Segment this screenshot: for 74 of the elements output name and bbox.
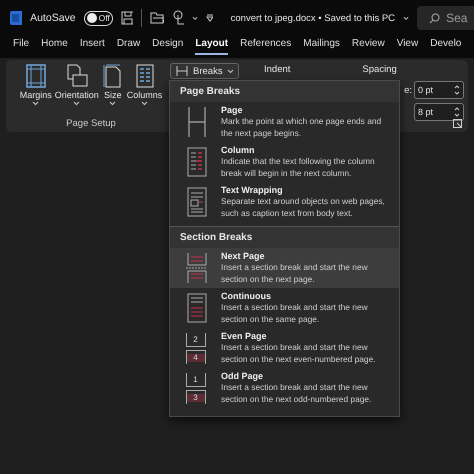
menu-section-header: Section Breaks: [170, 227, 399, 248]
page-number-icon: 3: [186, 390, 206, 404]
dialog-launcher-icon[interactable]: [453, 119, 462, 128]
search-field[interactable]: Sea: [417, 6, 474, 30]
margins-icon: [24, 63, 47, 89]
menu-item-title: Continuous: [221, 291, 272, 301]
menu-item-title: Page: [221, 105, 244, 115]
menu-item[interactable]: Continuous Insert a section break and start the new section on the same page.: [170, 288, 399, 328]
menu-item[interactable]: Column Indicate that the text following the column break will begin in the next column.: [170, 142, 399, 182]
menu-item-description: Insert a section break and start the new section on the next even-numbered page.: [221, 341, 377, 365]
field-label: e:: [404, 84, 412, 96]
caret-icon: [192, 16, 198, 20]
menu-item-title: Odd Page: [221, 371, 264, 381]
ribbon-tab[interactable]: File: [13, 36, 30, 55]
menu-item[interactable]: Next Page Insert a section break and start the new section on the next page.: [170, 248, 399, 288]
menu-item[interactable]: Page Mark the point at which one page ends and the next page begins.: [170, 102, 399, 142]
spacing-label: Spacing: [362, 64, 397, 75]
autosave-toggle[interactable]: Off: [84, 10, 113, 26]
spinner-arrows-icon[interactable]: [454, 84, 460, 96]
ribbon-tab[interactable]: Layout: [195, 36, 228, 55]
menu-item-description: Insert a section break and start the new section on the next odd-numbered page.: [221, 381, 372, 405]
menu-item-title: Next Page: [221, 251, 266, 261]
indent-label: Indent: [264, 64, 290, 75]
ribbon-tab[interactable]: Draw: [116, 36, 140, 55]
columns-icon: [134, 63, 156, 89]
word-app-icon[interactable]: [10, 11, 22, 25]
menu-item-description: Insert a section break and start the new section on the next page.: [221, 261, 369, 285]
menu-item-description: Insert a section break and start the new section on the same page.: [221, 301, 369, 325]
menu-item[interactable]: Text Wrapping Separate text around objects on web pages, such as caption text from body text.: [170, 182, 399, 222]
page-number-icon: 1: [186, 373, 206, 387]
caret-icon: [403, 16, 410, 20]
menu-item-description: Mark the point at which one page ends and the next page begins.: [221, 115, 382, 139]
next-page-break-icon: [184, 251, 207, 285]
ribbon-tab[interactable]: Insert: [80, 36, 105, 55]
menu-section-header: Page Breaks: [170, 81, 399, 102]
menu-item-description: Separate text around objects on web pages, such as caption text from body text.: [221, 195, 386, 219]
ribbon-tab[interactable]: Home: [41, 36, 68, 55]
page-number-icon: 4: [186, 350, 206, 364]
menu-item-description: Indicate that the text following the column break will begin in the next column.: [221, 155, 376, 179]
ribbon-button[interactable]: Columns: [126, 63, 162, 106]
customize-icon[interactable]: [206, 14, 213, 22]
ribbon-tab[interactable]: Review: [352, 36, 385, 55]
breaks-button[interactable]: Breaks: [170, 63, 239, 79]
breaks-icon: [175, 65, 189, 77]
ribbon-tab[interactable]: View: [396, 36, 418, 55]
caret-icon: [226, 68, 234, 74]
ribbon-tab[interactable]: Design: [152, 36, 184, 55]
orientation-icon: [64, 63, 89, 89]
ribbon-button[interactable]: Orientation: [54, 63, 99, 106]
menu-item[interactable]: 2 4 Even Page Insert a section break and start the new section on the next even-numbered page.: [170, 328, 399, 368]
autosave-label: AutoSave: [30, 12, 76, 24]
folder-icon[interactable]: [150, 12, 164, 24]
menu-item-title: Column: [221, 145, 256, 155]
spin-field[interactable]: 8 pt: [414, 103, 464, 121]
ribbon-tab[interactable]: Develo: [430, 36, 462, 55]
caret-icon: [141, 101, 148, 106]
ribbon-tab[interactable]: Mailings: [303, 36, 340, 55]
caret-icon: [73, 101, 80, 106]
caret-icon: [109, 101, 116, 106]
save-icon[interactable]: [120, 11, 133, 25]
ribbon-button[interactable]: Margins: [20, 63, 52, 106]
caret-icon: [32, 101, 40, 106]
menu-item-title: Even Page: [221, 331, 268, 341]
menu-item-title: Text Wrapping: [221, 185, 284, 195]
document-title[interactable]: convert to jpeg.docx • Saved to this PC: [230, 12, 396, 24]
spinner-arrows-icon[interactable]: [454, 106, 460, 118]
page-number-icon: 2: [186, 333, 206, 347]
menu-item[interactable]: 1 3 Odd Page Insert a section break and start the new section on the next odd-numbered page.: [170, 368, 399, 408]
search-icon: [429, 12, 440, 24]
group-label: Page Setup: [66, 118, 116, 129]
spin-field[interactable]: 0 pt: [414, 81, 464, 99]
ribbon-button[interactable]: Size: [102, 63, 124, 106]
ribbon-tab[interactable]: References: [240, 36, 292, 55]
touch-mode-icon[interactable]: [172, 10, 184, 26]
